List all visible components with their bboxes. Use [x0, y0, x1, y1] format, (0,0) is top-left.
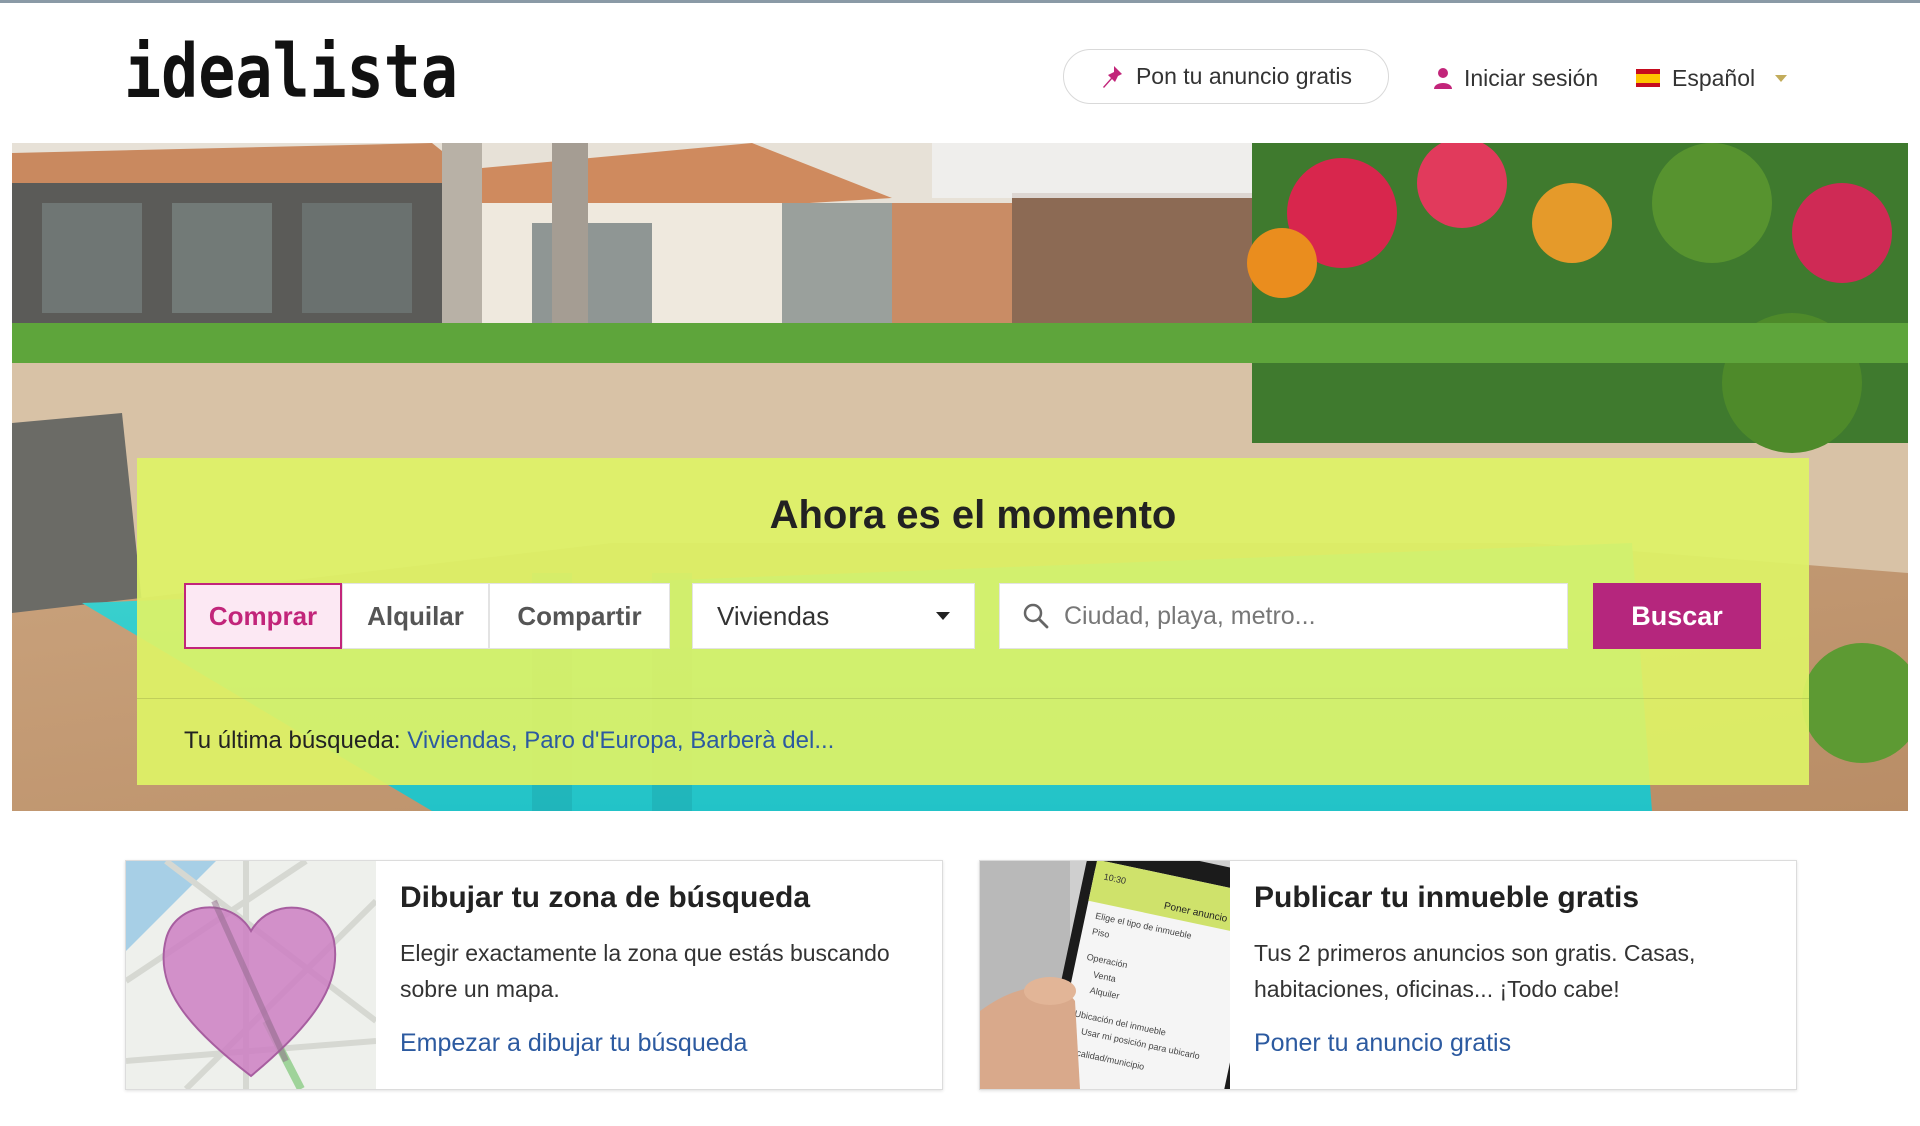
last-search: Tu última búsqueda: Viviendas, Paro d'Eu…	[184, 727, 834, 755]
search-icon	[1023, 603, 1049, 629]
search-panel: Ahora es el momento Comprar Alquilar Com…	[137, 458, 1809, 785]
phone-illustration: 10:30 Poner anuncio Elige el tipo de inm…	[980, 861, 1230, 1089]
card-title: Dibujar tu zona de búsqueda	[400, 881, 811, 914]
login-label: Iniciar sesión	[1464, 64, 1599, 91]
card-text: Tus 2 primeros anuncios son gratis. Casa…	[1254, 940, 1696, 1002]
post-ad-button[interactable]: Pon tu anuncio gratis	[1063, 49, 1389, 104]
chevron-down-icon	[936, 612, 950, 620]
location-search-input[interactable]	[1064, 601, 1534, 631]
idealista-logo[interactable]: idealista	[124, 29, 460, 115]
tab-alquilar[interactable]: Alquilar	[342, 583, 489, 649]
last-search-label: Tu última búsqueda:	[184, 727, 401, 754]
property-type-value: Viviendas	[717, 600, 830, 631]
phone-app-image: 10:30 Poner anuncio Elige el tipo de inm…	[980, 861, 1230, 1089]
login-link[interactable]: Iniciar sesión	[1432, 61, 1598, 95]
location-search	[999, 583, 1568, 649]
search-button[interactable]: Buscar	[1593, 583, 1761, 649]
operation-tabs: Comprar Alquilar Compartir	[184, 583, 670, 649]
card-title: Publicar tu inmueble gratis	[1254, 881, 1640, 914]
last-search-link[interactable]: Viviendas, Paro d'Europa, Barberà del...	[407, 727, 834, 754]
draw-search-card: Dibujar tu zona de búsqueda Elegir exact…	[125, 860, 943, 1090]
heart-map-image	[126, 861, 376, 1089]
tab-comprar[interactable]: Comprar	[184, 583, 342, 649]
logo-wordmark: idealista	[124, 29, 458, 115]
site-header: idealista Pon tu anuncio gratis Iniciar …	[0, 3, 1920, 143]
language-label: Español	[1672, 64, 1756, 91]
spain-flag-icon	[1636, 69, 1660, 87]
logo-text: idealista	[124, 39, 458, 111]
card-text: Elegir exactamente la zona que estás bus…	[400, 940, 890, 1002]
publish-card: 10:30 Poner anuncio Elige el tipo de inm…	[979, 860, 1797, 1090]
hero-banner: Ahora es el momento Comprar Alquilar Com…	[12, 143, 1908, 811]
search-title: Ahora es el momento	[769, 493, 1177, 537]
post-ad-label: Pon tu anuncio gratis	[1135, 63, 1353, 89]
map-illustration	[126, 861, 376, 1089]
post-ad-link[interactable]: Poner tu anuncio gratis	[1254, 1029, 1511, 1058]
language-selector[interactable]: Español	[1636, 61, 1788, 95]
property-type-select[interactable]: Viviendas	[692, 583, 975, 649]
pin-icon	[1102, 65, 1122, 88]
tab-compartir[interactable]: Compartir	[489, 583, 670, 649]
user-icon	[1434, 68, 1452, 89]
start-draw-link[interactable]: Empezar a dibujar tu búsqueda	[400, 1029, 747, 1058]
chevron-down-icon	[1775, 74, 1788, 82]
panel-divider	[137, 698, 1809, 699]
